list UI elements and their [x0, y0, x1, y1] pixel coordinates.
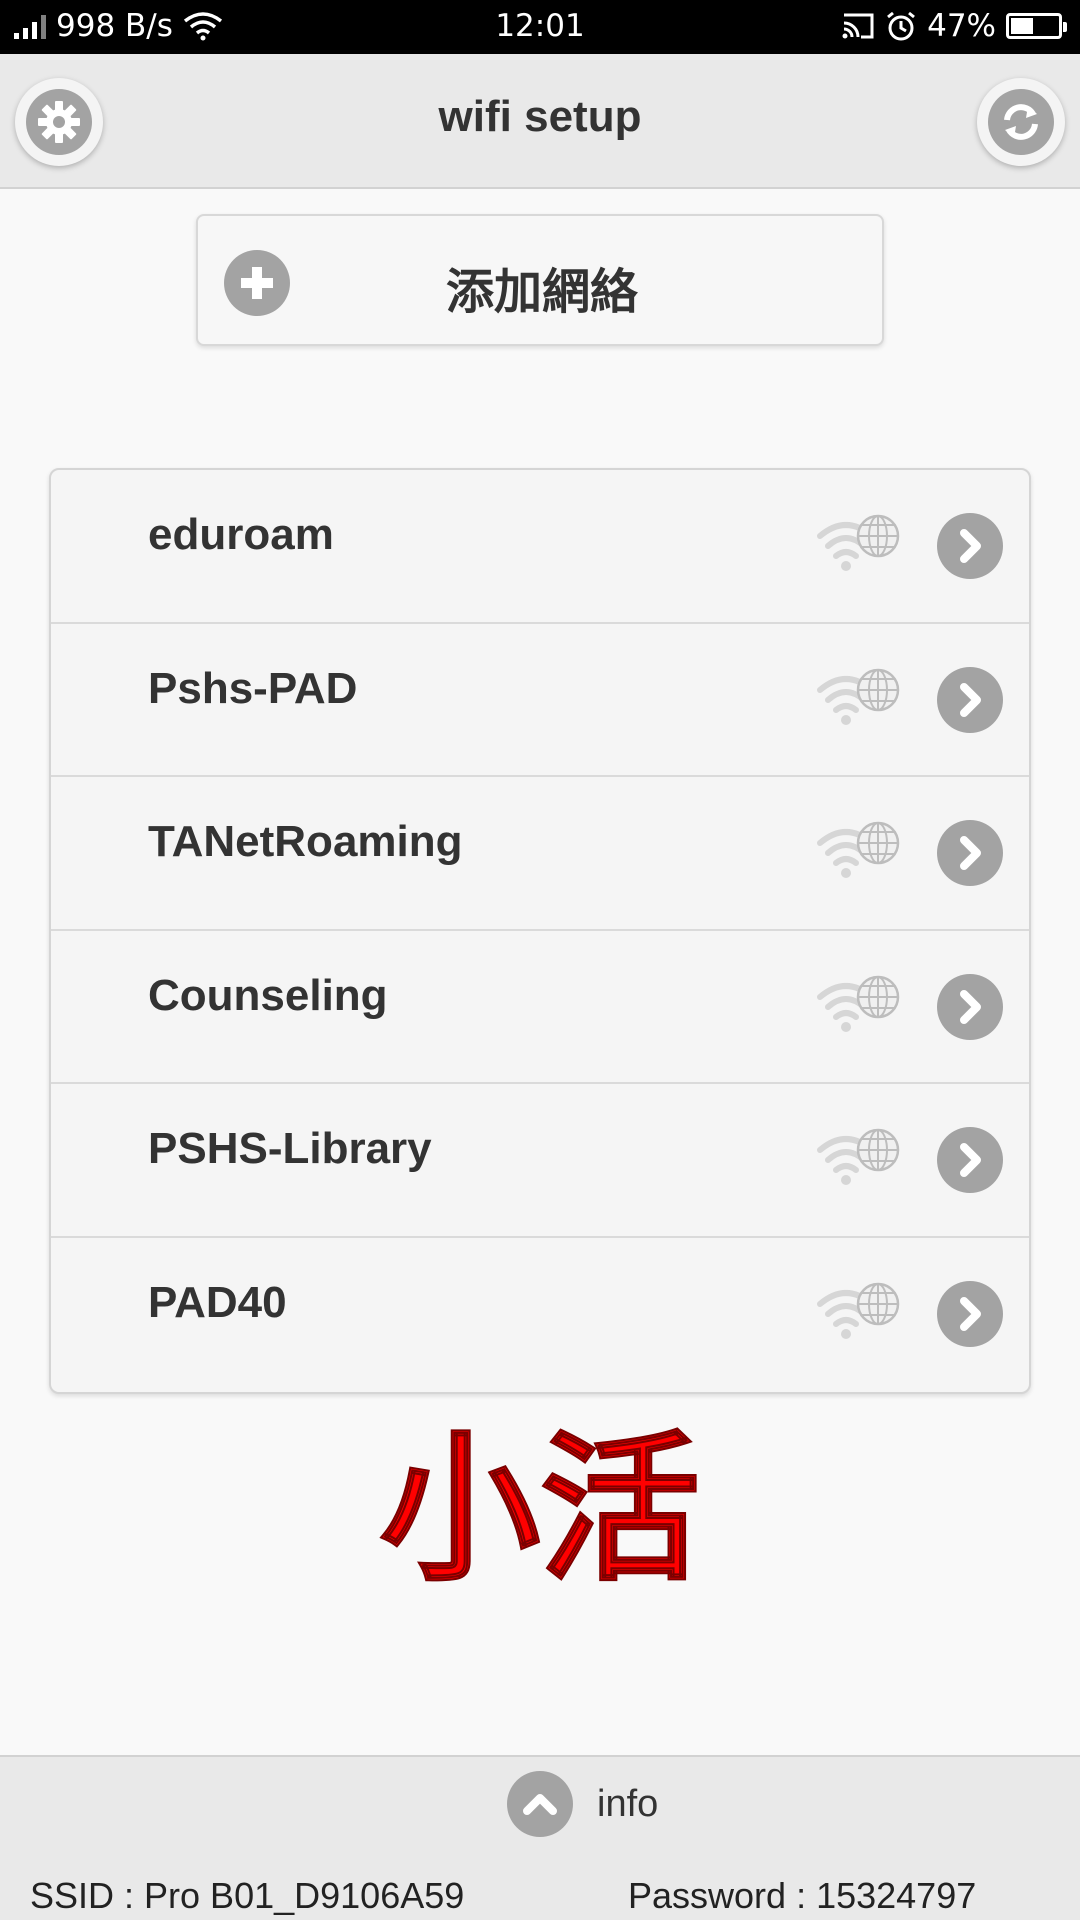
- network-row[interactable]: Counseling: [51, 931, 1029, 1085]
- watermark-text: 小活: [379, 1415, 701, 1604]
- add-network-button[interactable]: 添加網絡: [196, 214, 884, 346]
- network-name: eduroam: [148, 510, 334, 559]
- add-network-label: 添加網絡: [445, 264, 638, 320]
- network-name: Pshs-PAD: [148, 663, 358, 713]
- info-toggle-button[interactable]: [507, 1771, 573, 1837]
- network-row[interactable]: eduroam: [51, 470, 1029, 624]
- network-row[interactable]: Pshs-PAD: [51, 624, 1029, 778]
- network-list: eduroam Pshs-PAD TANetRoaming Counseling…: [49, 468, 1031, 1394]
- battery-icon: [1006, 13, 1067, 39]
- wifi-globe-icon: [816, 817, 906, 891]
- network-row[interactable]: PSHS-Library: [51, 1084, 1029, 1238]
- refresh-button[interactable]: [977, 78, 1065, 166]
- chevron-right-icon[interactable]: [937, 1280, 1003, 1347]
- status-bar: 998 B/s 12:01 47%: [0, 0, 1080, 54]
- info-footer: info SSID : Pro B01_D9106A59 Password : …: [0, 1755, 1080, 1920]
- info-label: info: [597, 1783, 659, 1825]
- wifi-globe-icon: [816, 1278, 906, 1352]
- alarm-icon: [887, 11, 916, 41]
- app-header: wifi setup: [0, 54, 1080, 189]
- refresh-icon: [1004, 104, 1038, 140]
- chevron-right-icon[interactable]: [937, 666, 1003, 733]
- network-name: PAD40: [148, 1277, 287, 1327]
- page-title: wifi setup: [438, 92, 642, 141]
- wifi-globe-icon: [816, 510, 906, 584]
- wifi-globe-icon: [816, 1124, 906, 1198]
- battery-percent: 47%: [927, 8, 996, 44]
- chevron-right-icon[interactable]: [937, 973, 1003, 1040]
- chevron-up-icon: [523, 1794, 557, 1815]
- chevron-right-icon[interactable]: [937, 820, 1003, 887]
- wifi-setup-screen: 998 B/s 12:01 47% wifi setup 添加網絡 eduroa…: [0, 0, 1080, 1920]
- chevron-right-icon[interactable]: [937, 1127, 1003, 1194]
- ssid-text: SSID : Pro B01_D9106A59: [30, 1875, 465, 1916]
- wifi-globe-icon: [816, 971, 906, 1045]
- network-row[interactable]: TANetRoaming: [51, 777, 1029, 931]
- password-text: Password : 15324797: [628, 1875, 977, 1916]
- status-right: 47%: [841, 8, 1067, 44]
- network-name: PSHS-Library: [148, 1124, 432, 1174]
- cast-icon: [842, 13, 874, 39]
- wifi-globe-icon: [816, 664, 906, 738]
- chevron-right-icon[interactable]: [937, 513, 1003, 579]
- network-row[interactable]: PAD40: [51, 1238, 1029, 1392]
- network-name: Counseling: [148, 970, 388, 1020]
- network-name: TANetRoaming: [148, 817, 463, 867]
